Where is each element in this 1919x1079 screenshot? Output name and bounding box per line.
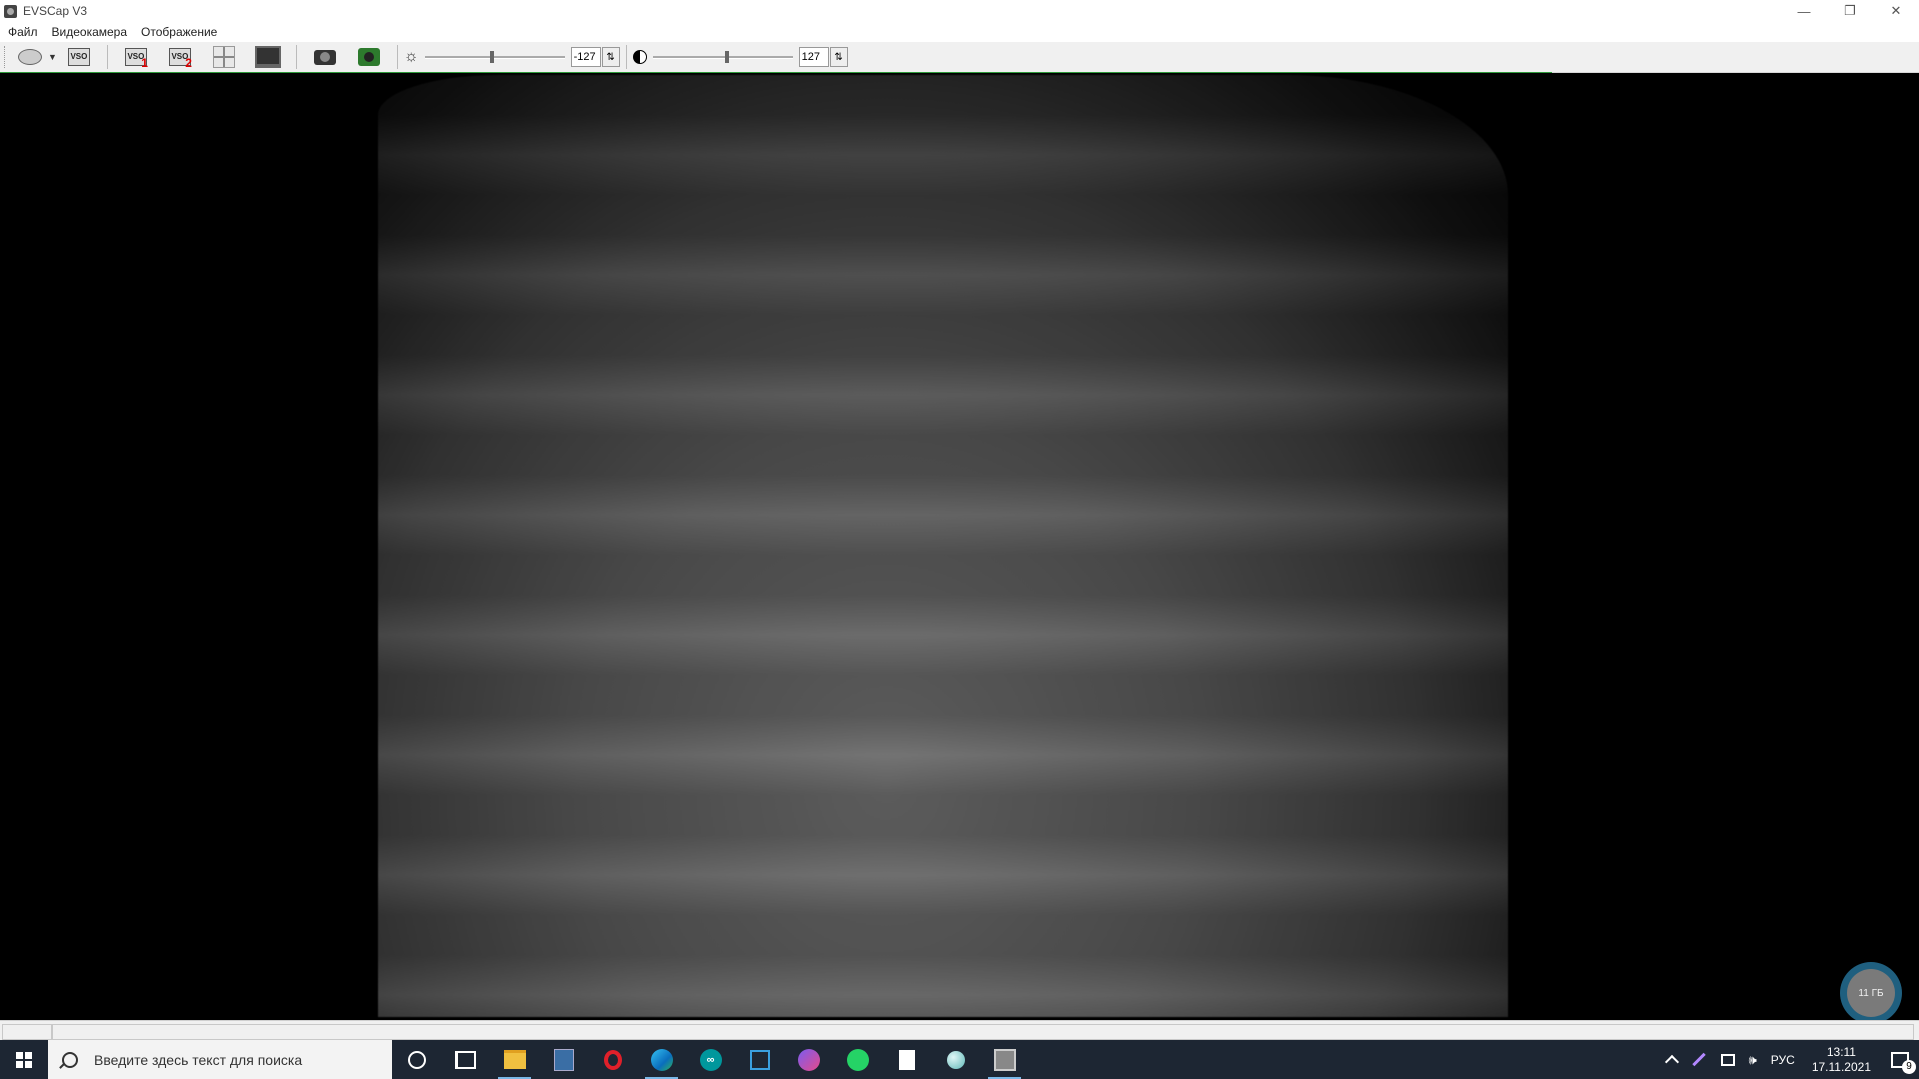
network-icon bbox=[1720, 1053, 1735, 1066]
taskbar-app-whatsapp[interactable] bbox=[833, 1040, 882, 1079]
restore-button[interactable]: ❐ bbox=[1827, 0, 1873, 22]
app-ball-icon bbox=[946, 1050, 965, 1069]
capture-button[interactable] bbox=[355, 45, 383, 69]
grid-layout-button[interactable] bbox=[210, 45, 238, 69]
dropdown-arrow-icon[interactable]: ▼ bbox=[48, 52, 57, 62]
calculator-icon bbox=[553, 1048, 574, 1071]
window-title: EVSCap V3 bbox=[23, 4, 88, 18]
arduino-icon: ∞ bbox=[699, 1048, 722, 1071]
minimize-button[interactable]: — bbox=[1781, 0, 1827, 22]
menu-camera[interactable]: Видеокамера bbox=[46, 25, 134, 39]
contrast-value-input[interactable]: 127 bbox=[798, 47, 829, 67]
taskbar-app-evscap[interactable] bbox=[980, 1040, 1029, 1079]
taskbar: Введите здесь текст для поиска ∞ 🕪 РУС 1… bbox=[0, 1040, 1919, 1079]
input-2-marker: 2 bbox=[185, 56, 192, 70]
menu-display[interactable]: Отображение bbox=[135, 25, 223, 39]
contrast-slider-thumb[interactable] bbox=[724, 51, 729, 63]
monitor-button[interactable] bbox=[254, 45, 282, 69]
contrast-icon bbox=[632, 50, 647, 64]
snapshot-button[interactable] bbox=[311, 45, 339, 69]
brightness-slider[interactable] bbox=[424, 47, 565, 67]
clock-time: 13:11 bbox=[1826, 1044, 1856, 1059]
taskbar-app-calculator[interactable] bbox=[539, 1040, 588, 1079]
notifications-button[interactable]: 9 bbox=[1891, 1051, 1916, 1074]
notepad-icon bbox=[898, 1049, 915, 1070]
taskbar-app-notepad[interactable] bbox=[882, 1040, 931, 1079]
volume-icon: 🕪 bbox=[1748, 1051, 1757, 1067]
brightness-value-input[interactable]: -127 bbox=[570, 47, 601, 67]
search-icon bbox=[62, 1051, 78, 1068]
clock-date: 17.11.2021 bbox=[1811, 1059, 1871, 1074]
storage-badge[interactable]: 11 ГБ bbox=[1840, 962, 1902, 1024]
toolbar-separator bbox=[396, 45, 398, 69]
storage-badge-label: 11 ГБ bbox=[1847, 969, 1895, 1017]
status-bar bbox=[0, 1020, 1919, 1041]
window-controls: — ❐ ✕ bbox=[1781, 0, 1919, 22]
toolbar-grip[interactable] bbox=[4, 46, 8, 68]
brightness-auto-button[interactable]: ⇅ bbox=[601, 47, 620, 67]
brightness-slider-thumb[interactable] bbox=[489, 51, 494, 63]
webcam-button[interactable] bbox=[16, 45, 44, 69]
whatsapp-icon bbox=[846, 1048, 869, 1071]
contrast-slider[interactable] bbox=[652, 47, 793, 67]
language-indicator[interactable]: РУС bbox=[1771, 1053, 1795, 1067]
menu-file[interactable]: Файл bbox=[2, 25, 44, 39]
start-button[interactable] bbox=[0, 1040, 48, 1079]
monitor-icon bbox=[254, 46, 281, 68]
task-view-button[interactable] bbox=[441, 1040, 490, 1079]
toolbar: ▼ VSO VSO 1 VSO 2 ☼ -127 ⇅ 127 ⇅ bbox=[0, 42, 1919, 73]
title-bar: EVSCap V3 — ❐ ✕ bbox=[0, 0, 1919, 22]
file-explorer-icon bbox=[503, 1050, 526, 1069]
taskbar-app-edge[interactable] bbox=[637, 1040, 686, 1079]
taskbar-app-explorer[interactable] bbox=[490, 1040, 539, 1079]
brightness-slider-track bbox=[424, 56, 565, 59]
app-box-icon bbox=[749, 1049, 770, 1070]
zoom-icon bbox=[797, 1048, 820, 1071]
capture-camera-icon bbox=[357, 48, 380, 66]
volume-button[interactable]: 🕪 bbox=[1749, 1052, 1757, 1068]
toolbar-separator bbox=[106, 45, 108, 69]
toolbar-separator bbox=[295, 45, 297, 69]
clock[interactable]: 13:11 17.11.2021 bbox=[1812, 1045, 1871, 1075]
webcam-icon bbox=[18, 49, 42, 65]
input-1-marker: 1 bbox=[141, 56, 148, 70]
contrast-auto-button[interactable]: ⇅ bbox=[829, 47, 848, 67]
close-button[interactable]: ✕ bbox=[1873, 0, 1919, 22]
edge-icon bbox=[650, 1048, 673, 1071]
taskbar-app-opera[interactable] bbox=[588, 1040, 637, 1079]
pen-icon bbox=[1691, 1052, 1706, 1067]
status-pane-main bbox=[52, 1024, 1914, 1040]
cortana-icon bbox=[407, 1050, 426, 1069]
taskbar-app-zoom[interactable] bbox=[784, 1040, 833, 1079]
contrast-slider-track bbox=[652, 56, 793, 59]
search-placeholder: Введите здесь текст для поиска bbox=[94, 1051, 303, 1068]
toolbar-separator bbox=[625, 45, 627, 69]
video-input-2-button[interactable]: VSO 2 bbox=[166, 45, 194, 70]
taskbar-app-ball[interactable] bbox=[931, 1040, 980, 1079]
taskbar-search[interactable]: Введите здесь текст для поиска bbox=[48, 1040, 392, 1079]
taskbar-app-arduino[interactable]: ∞ bbox=[686, 1040, 735, 1079]
video-source-icon: VSO bbox=[67, 48, 90, 66]
status-pane-left bbox=[2, 1024, 52, 1040]
camera-video-frame bbox=[378, 75, 1508, 1017]
task-view-icon bbox=[455, 1050, 476, 1069]
brightness-icon: ☼ bbox=[403, 48, 419, 65]
pen-button[interactable] bbox=[1691, 1052, 1707, 1067]
video-input-1-button[interactable]: VSO 1 bbox=[122, 45, 150, 70]
show-hidden-icons-button[interactable] bbox=[1664, 1053, 1679, 1069]
windows-logo-icon bbox=[16, 1051, 32, 1068]
network-button[interactable] bbox=[1720, 1053, 1735, 1066]
chevron-up-icon bbox=[1664, 1054, 1679, 1069]
menu-bar: Файл Видеокамера Отображение bbox=[0, 22, 1919, 42]
taskbar-app-box[interactable] bbox=[735, 1040, 784, 1079]
grid-layout-icon bbox=[212, 46, 235, 68]
snapshot-camera-icon bbox=[313, 49, 336, 65]
video-source-button[interactable]: VSO bbox=[65, 45, 93, 69]
opera-icon bbox=[603, 1049, 622, 1070]
system-tray: 🕪 РУС 13:11 17.11.2021 9 bbox=[1660, 1040, 1919, 1079]
cortana-button[interactable] bbox=[392, 1040, 441, 1079]
app-icon bbox=[4, 4, 17, 18]
evscap-icon bbox=[993, 1048, 1016, 1071]
notification-count-badge: 9 bbox=[1902, 1059, 1916, 1074]
